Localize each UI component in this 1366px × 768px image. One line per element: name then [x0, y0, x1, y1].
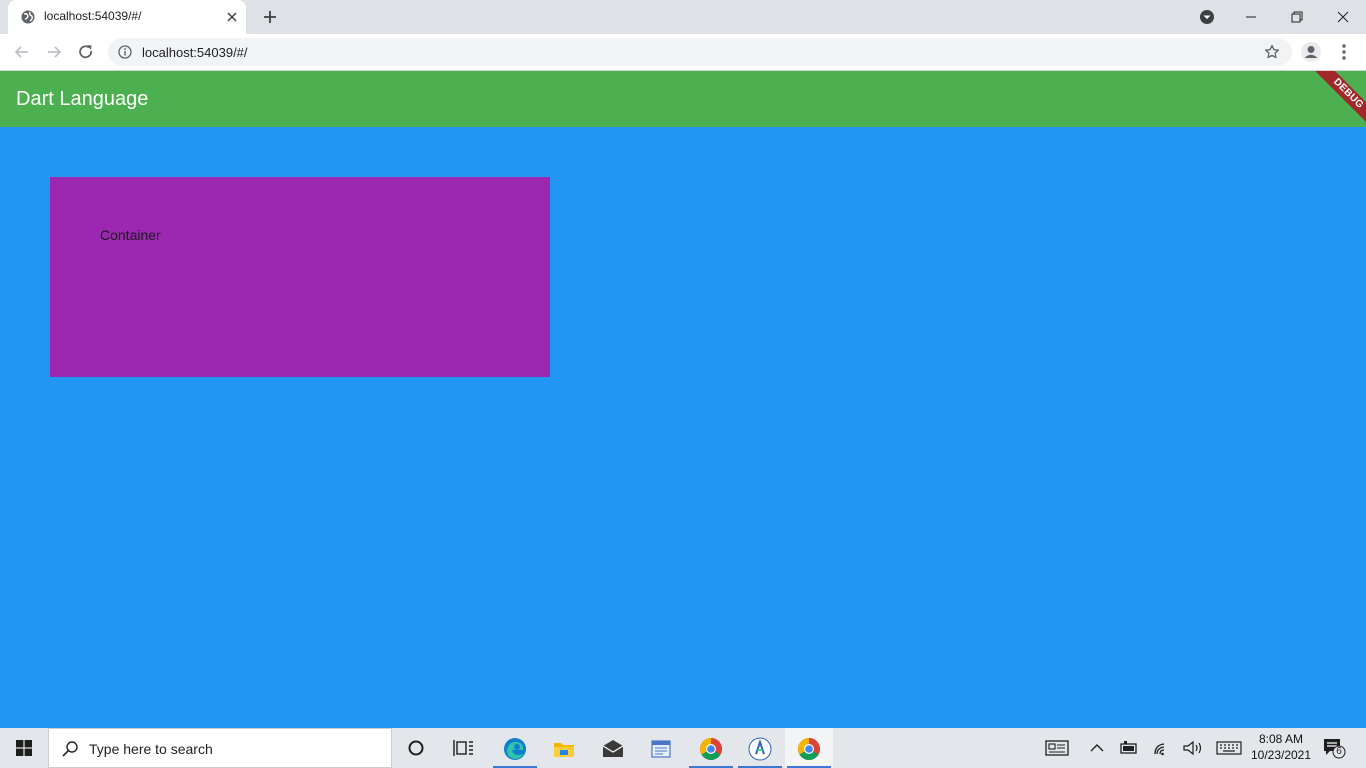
- search-icon: [62, 741, 78, 757]
- volume-icon[interactable]: [1182, 738, 1204, 758]
- keyboard-icon[interactable]: [1216, 738, 1242, 758]
- restore-icon[interactable]: [1286, 6, 1308, 28]
- browser-tabstrip: localhost:54039/#/: [0, 0, 1366, 34]
- forward-icon[interactable]: [44, 42, 64, 62]
- close-window-icon[interactable]: [1332, 6, 1354, 28]
- notification-center-button[interactable]: 6: [1322, 737, 1346, 759]
- browser-tab[interactable]: localhost:54039/#/: [8, 0, 246, 34]
- close-tab-icon[interactable]: [224, 9, 240, 25]
- taskbar-android-studio[interactable]: [736, 728, 784, 768]
- back-icon[interactable]: [12, 42, 32, 62]
- cortana-circle-icon: [408, 740, 424, 756]
- battery-icon[interactable]: [1119, 738, 1139, 758]
- browser-toolbar: localhost:54039/#/: [0, 34, 1366, 71]
- app-body: Container: [0, 127, 1366, 728]
- app-bar: Dart Language DEBUG: [0, 71, 1366, 127]
- folder-icon: [554, 743, 574, 757]
- search-placeholder: Type here to search: [89, 741, 213, 757]
- start-button[interactable]: [0, 728, 48, 768]
- url-text: localhost:54039/#/: [142, 45, 248, 60]
- bookmark-star-icon[interactable]: [1264, 44, 1280, 60]
- address-bar[interactable]: localhost:54039/#/: [108, 38, 1292, 66]
- globe-icon: [21, 10, 35, 24]
- mail-icon: [602, 740, 624, 757]
- taskbar: Type here to search 8:08 AM 10/23/2021 6: [0, 728, 1366, 768]
- app-title: Dart Language: [16, 88, 149, 110]
- menu-dots-icon[interactable]: [1335, 42, 1353, 62]
- taskbar-file-explorer[interactable]: [540, 728, 588, 768]
- profile-icon[interactable]: [1300, 41, 1322, 63]
- container-label: Container: [100, 227, 161, 243]
- reload-icon[interactable]: [76, 42, 96, 62]
- task-view-button[interactable]: [440, 728, 488, 768]
- debug-banner: DEBUG: [1313, 71, 1366, 127]
- minimize-icon[interactable]: [1240, 6, 1262, 28]
- clock-time: 8:08 AM: [1258, 732, 1304, 746]
- chrome-icon: [700, 738, 722, 760]
- notification-icon: [1324, 739, 1346, 759]
- taskbar-search-box[interactable]: Type here to search: [48, 728, 392, 768]
- taskbar-chrome-2[interactable]: [785, 728, 833, 768]
- taskbar-chrome-1[interactable]: [687, 728, 735, 768]
- tab-title: localhost:54039/#/: [44, 9, 142, 23]
- taskbar-edge[interactable]: [491, 728, 539, 768]
- chevron-up-icon[interactable]: [1089, 738, 1105, 758]
- app-window-icon: [651, 740, 671, 758]
- taskbar-mail[interactable]: [589, 728, 637, 768]
- taskbar-app[interactable]: [637, 728, 685, 768]
- task-view-icon: [453, 740, 473, 756]
- edge-icon: [504, 738, 526, 760]
- windows-logo-icon: [16, 740, 32, 756]
- new-tab-icon[interactable]: [260, 7, 280, 27]
- taskbar-clock[interactable]: 8:08 AM 10/23/2021: [1246, 731, 1316, 763]
- clock-date: 10/23/2021: [1250, 748, 1312, 762]
- android-studio-icon: [748, 737, 772, 761]
- purple-container: Container: [50, 177, 550, 377]
- cortana-button[interactable]: [392, 728, 440, 768]
- notification-count: 6: [1336, 746, 1342, 757]
- tab-search-icon[interactable]: [1196, 6, 1218, 28]
- chrome-icon: [798, 738, 820, 760]
- info-icon[interactable]: [118, 45, 132, 59]
- wifi-icon[interactable]: [1152, 738, 1172, 758]
- news-widget-icon[interactable]: [1045, 738, 1069, 758]
